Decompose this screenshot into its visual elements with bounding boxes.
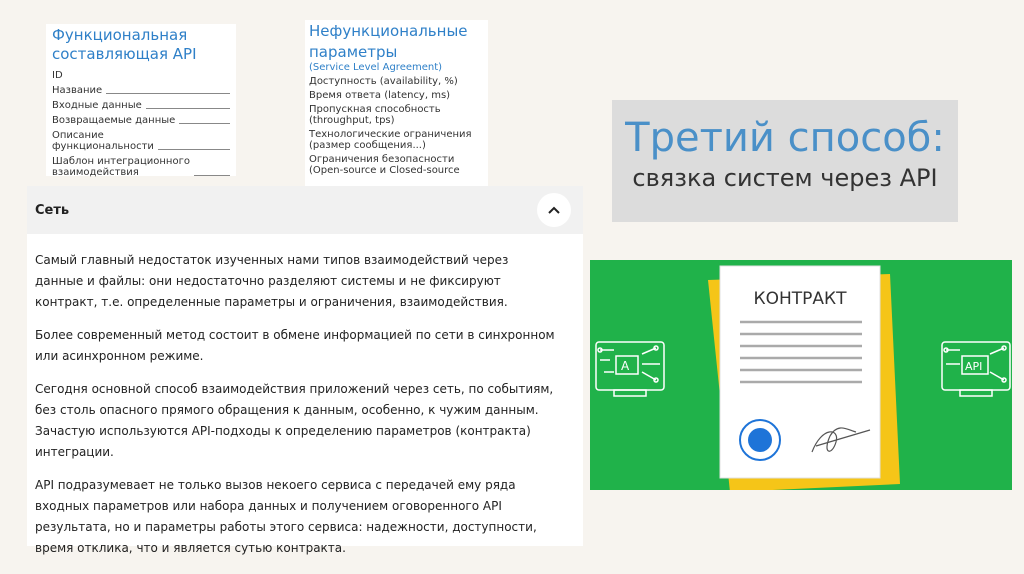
functional-fields-list: ID Название Входные данные Возвращаемые дан… xyxy=(46,64,236,180)
nonfunctional-item-line: (Open-source и Closed-source xyxy=(309,165,460,176)
left-monitor-label: A xyxy=(621,359,630,373)
contract-label: КОНТРАКТ xyxy=(754,289,848,309)
functional-field-label: Описание функциональности xyxy=(52,130,154,152)
nonfunctional-item-line: Технологические ограничения xyxy=(309,129,472,140)
field-underline xyxy=(106,93,230,94)
functional-field-row: Шаблон интеграционного взаимодействия xyxy=(52,156,230,178)
accordion-title: Сеть xyxy=(35,202,70,218)
paragraph: Сегодня основной способ взаимодействия п… xyxy=(35,382,554,459)
paragraph: API подразумевает не только вызов некоег… xyxy=(35,478,537,555)
field-underline xyxy=(193,175,230,176)
functional-card-title: Функциональная составляющая API xyxy=(52,26,197,63)
nonfunctional-item: Технологические ограничения (размер сообщ… xyxy=(305,129,488,151)
left-monitor-icon: A xyxy=(595,341,665,397)
functional-field-row: Возвращаемые данные xyxy=(52,115,230,126)
chevron-up-icon xyxy=(548,206,560,214)
nonfunctional-subtitle: (Service Level Agreement) xyxy=(309,62,443,73)
right-monitor-label: API xyxy=(965,360,982,373)
nonfunctional-title-line1: Нефункциональные xyxy=(309,22,468,40)
nonfunctional-item-line: (размер сообщения...) xyxy=(309,140,426,151)
nonfunctional-item: Ограничения безопасности (Open-source и C… xyxy=(305,154,488,176)
slide-subtitle: связка систем через API xyxy=(632,164,938,192)
nonfunctional-item: Пропускная способность (throughput, tps) xyxy=(305,104,488,126)
functional-field-row: Входные данные xyxy=(52,100,230,111)
functional-api-card: Функциональная составляющая API ID Назван… xyxy=(46,24,236,178)
functional-field-row: Название xyxy=(52,85,230,96)
nonfunctional-item-line: Ограничения безопасности xyxy=(309,154,455,165)
accordion-body: Самый главный недостаток изученных нами … xyxy=(27,234,583,559)
field-underline xyxy=(145,108,230,109)
functional-field-label: Возвращаемые данные xyxy=(52,115,176,126)
nonfunctional-items-list: Доступность (availability, %) Время ответ… xyxy=(305,76,488,176)
slide-title: Третий способ: xyxy=(625,115,945,161)
paragraph: Более современный метод состоит в обмене… xyxy=(35,328,555,363)
nonfunctional-params-card: Нефункциональные параметры (Service Leve… xyxy=(305,20,488,192)
nonfunctional-item-line: Доступность (availability, %) xyxy=(309,76,458,87)
accordion-header[interactable]: Сеть xyxy=(27,186,583,234)
nonfunctional-item-line: Пропускная способность xyxy=(309,104,441,115)
slide-title-box: Третий способ: связка систем через API xyxy=(612,100,958,222)
functional-field-label: ID xyxy=(52,70,63,81)
functional-field-label: Входные данные xyxy=(52,100,142,111)
functional-field-row: ID xyxy=(52,70,230,81)
functional-field-label: Шаблон интеграционного взаимодействия xyxy=(52,156,190,178)
nonfunctional-title-line2: параметры xyxy=(309,43,398,61)
paragraph: Самый главный недостаток изученных нами … xyxy=(35,253,509,309)
contract-illustration: A API КОНТРАКТ xyxy=(590,260,1012,490)
right-monitor-icon: API xyxy=(941,341,1011,397)
functional-field-row: Описание функциональности xyxy=(52,130,230,152)
collapse-button[interactable] xyxy=(537,193,571,227)
contract-paper: КОНТРАКТ xyxy=(719,265,881,479)
nonfunctional-item-line: (throughput, tps) xyxy=(309,115,395,126)
functional-field-label: Название xyxy=(52,85,103,96)
field-underline xyxy=(157,149,230,150)
network-accordion: Сеть Самый главный недостаток изученных … xyxy=(27,186,583,555)
nonfunctional-item-line: Время ответа (latency, ms) xyxy=(309,90,451,101)
nonfunctional-item: Время ответа (latency, ms) xyxy=(305,90,488,101)
nonfunctional-item: Доступность (availability, %) xyxy=(305,76,488,87)
field-underline xyxy=(179,123,230,124)
